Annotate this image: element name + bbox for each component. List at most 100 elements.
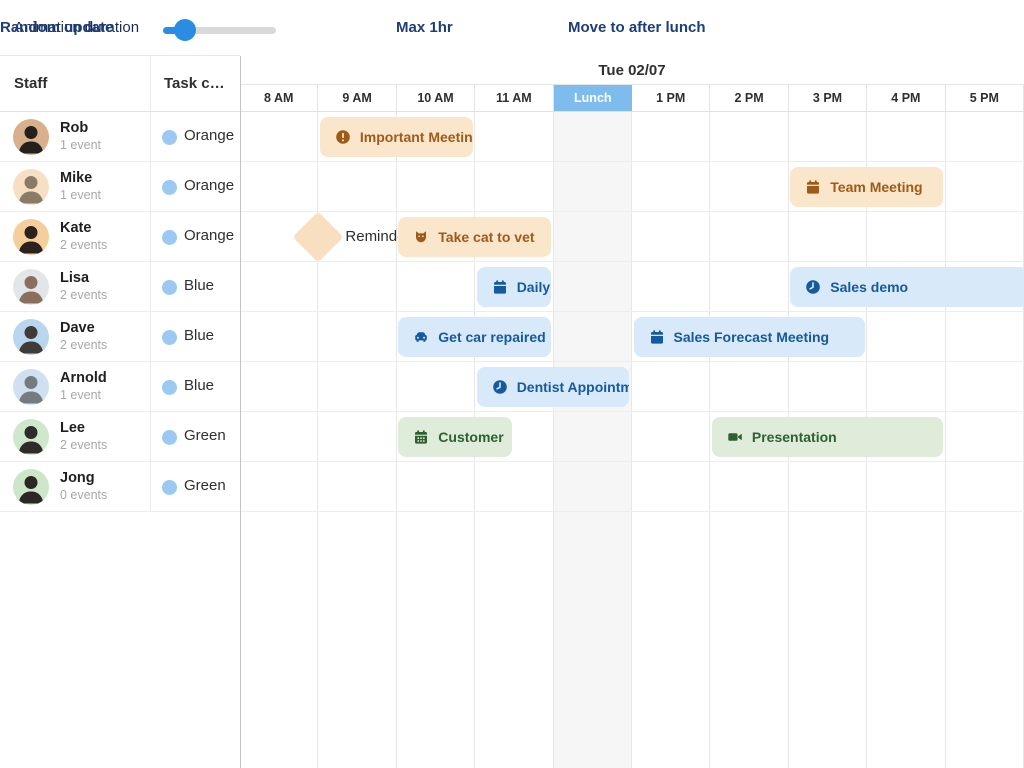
event-daily[interactable]: Daily [477,267,551,307]
event-take-cat-to-vet[interactable]: Take cat to vet [398,217,551,257]
avatar [13,219,49,255]
task-color-dot [162,180,177,195]
staff-row-kate[interactable]: Kate 2 events Orange [0,212,240,262]
time-header-8-am: 8 AM [240,85,318,112]
event-label: Take cat to vet [438,229,534,245]
time-header-5-pm: 5 PM [946,85,1024,112]
time-header-1-pm: 1 PM [632,85,710,112]
date-row-divider [240,84,1024,85]
time-header-9-am: 9 AM [318,85,396,112]
event-presentation[interactable]: Presentation [712,417,943,457]
task-color-column-header: Task c… [164,55,225,112]
event-get-car-repaired[interactable]: Get car repaired [398,317,551,357]
panel-header-top-divider [0,55,240,56]
cat-icon [413,229,429,245]
staff-row-dave[interactable]: Dave 2 events Blue [0,312,240,362]
staff-name: Dave [60,319,95,337]
event-label: Presentation [752,429,837,445]
time-header-lunch: Lunch [554,85,632,112]
panel-timeline-divider [240,56,241,768]
clock-icon [492,379,508,395]
calendar-icon [492,279,508,295]
staff-row-jong[interactable]: Jong 0 events Green [0,462,240,512]
avatar [13,319,49,355]
scheduler-app: Animation duration Max 1hr Move to after… [0,0,1024,768]
time-header-10-am: 10 AM [397,85,475,112]
task-color-label: Green [184,477,226,494]
avatar [13,269,49,305]
avatar [13,419,49,455]
staff-row-lisa[interactable]: Lisa 2 events Blue [0,262,240,312]
task-color-dot [162,480,177,495]
staff-name: Jong [60,469,95,487]
task-color-dot [162,380,177,395]
event-customer[interactable]: Customer [398,417,512,457]
toolbar: Animation duration Max 1hr Move to after… [0,0,1024,56]
event-label: Dentist Appointment [517,379,630,395]
task-color-dot [162,130,177,145]
staff-event-count: 1 event [60,387,101,404]
warning-icon [335,129,351,145]
task-color-label: Orange [184,227,234,244]
task-color-label: Blue [184,327,214,344]
staff-name: Lee [60,419,85,437]
event-sales-demo[interactable]: Sales demo [790,267,1024,307]
event-sales-forecast-meeting[interactable]: Sales Forecast Meeting [634,317,865,357]
video-icon [727,429,743,445]
staff-row-arnold[interactable]: Arnold 1 event Blue [0,362,240,412]
panel-column-divider [150,56,151,512]
animation-duration-slider[interactable] [163,22,276,38]
staff-event-count: 0 events [60,487,107,504]
task-color-dot [162,430,177,445]
staff-event-count: 2 events [60,437,107,454]
header-bottom-divider [0,111,1024,112]
staff-event-count: 1 event [60,137,101,154]
staff-event-count: 2 events [60,237,107,254]
task-color-label: Blue [184,277,214,294]
event-dentist-appointment[interactable]: Dentist Appointment [477,367,630,407]
task-color-label: Orange [184,177,234,194]
avatar [13,119,49,155]
event-label: Team Meeting [830,179,922,195]
staff-row-rob[interactable]: Rob 1 event Orange [0,112,240,162]
event-label: Get car repaired [438,329,545,345]
staff-name: Kate [60,219,91,237]
task-color-label: Blue [184,377,214,394]
staff-column-header: Staff [14,55,47,112]
staff-name: Lisa [60,269,89,287]
move-to-after-lunch-button[interactable]: Move to after lunch [568,19,706,36]
staff-row-lee[interactable]: Lee 2 events Green [0,412,240,462]
event-label: Daily [517,279,550,295]
slider-handle[interactable] [174,19,196,41]
event-important-meeting[interactable]: Important Meeting [320,117,473,157]
staff-row-mike[interactable]: Mike 1 event Orange [0,162,240,212]
staff-event-count: 1 event [60,187,101,204]
event-label: Important Meeting [360,129,473,145]
task-color-label: Orange [184,127,234,144]
avatar [13,169,49,205]
task-color-dot [162,230,177,245]
time-header-11-am: 11 AM [475,85,553,112]
staff-name: Arnold [60,369,107,387]
task-color-label: Green [184,427,226,444]
max-1hr-button[interactable]: Max 1hr [396,19,453,36]
event-label: Sales demo [830,279,908,295]
event-label: Customer [438,429,503,445]
calendar-icon [805,179,821,195]
time-header-4-pm: 4 PM [867,85,945,112]
event-label: Sales Forecast Meeting [674,329,830,345]
random-update-button[interactable]: Random update [0,19,113,36]
avatar [13,369,49,405]
event-team-meeting[interactable]: Team Meeting [790,167,943,207]
staff-event-count: 2 events [60,337,107,354]
time-header-2-pm: 2 PM [710,85,788,112]
date-header: Tue 02/07 [240,55,1024,85]
calendar-dots-icon [413,429,429,445]
car-icon [413,329,429,345]
calendar-icon [649,329,665,345]
task-color-dot [162,280,177,295]
task-color-dot [162,330,177,345]
staff-event-count: 2 events [60,287,107,304]
time-header-3-pm: 3 PM [789,85,867,112]
avatar [13,469,49,505]
